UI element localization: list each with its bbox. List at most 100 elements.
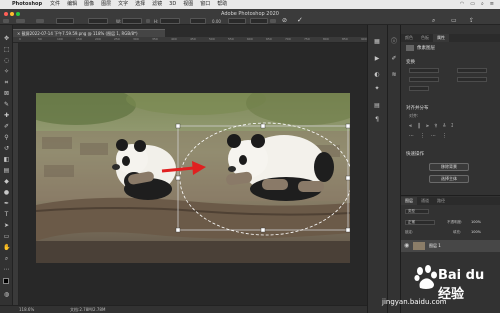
check-icon[interactable]: ✓	[297, 16, 303, 24]
zoom-tool-icon[interactable]: ⌕	[3, 255, 10, 262]
layer-row[interactable]: ◉ 图层 1	[401, 240, 500, 252]
close-tab-icon[interactable]: ×	[17, 31, 20, 36]
zoom-level[interactable]: 118.6%	[19, 306, 34, 313]
tab-swatches[interactable]: 色板	[417, 34, 433, 42]
remove-background-button[interactable]: 移除背景	[429, 163, 469, 171]
eraser-icon[interactable]: ◧	[3, 156, 10, 163]
ruler-tick-label: 100	[57, 37, 63, 41]
history-brush-icon[interactable]: ↺	[3, 145, 10, 152]
more-tools-icon[interactable]: ⋯	[3, 266, 10, 273]
x-field[interactable]	[56, 18, 74, 24]
path-select-icon[interactable]: ➤	[3, 222, 10, 229]
search-icon[interactable]: ⌕	[481, 0, 484, 9]
workspace-icon[interactable]: ▭	[451, 17, 457, 24]
menu-layer[interactable]: 图层	[101, 0, 111, 9]
transform-y-field[interactable]	[457, 77, 487, 82]
transform-angle-field[interactable]	[409, 86, 429, 91]
quick-actions-section[interactable]: 快速操作	[406, 151, 424, 157]
actions-icon[interactable]: ▶	[373, 55, 381, 62]
menu-view[interactable]: 视图	[183, 0, 193, 9]
menu-3d[interactable]: 3D	[169, 0, 176, 9]
cancel-icon[interactable]: ⊘	[282, 17, 287, 24]
gradient-icon[interactable]: ▤	[3, 167, 10, 174]
document-tab[interactable]: × 截屏2022-07-14 下午7.59.59.png @ 118% (图层 …	[13, 29, 165, 37]
height-field[interactable]	[160, 18, 180, 24]
channels-icon[interactable]: ≋	[390, 71, 398, 78]
select-subject-button[interactable]: 选择主体	[429, 175, 469, 183]
share-icon[interactable]: ⇪	[469, 17, 474, 24]
shape-tool-icon[interactable]: ▭	[3, 233, 10, 240]
transform-section[interactable]: 变换	[406, 59, 415, 65]
warp-icon[interactable]	[270, 19, 276, 23]
link-icon[interactable]	[146, 19, 150, 23]
tab-layers[interactable]: 图层	[401, 197, 417, 205]
layer-name[interactable]: 图层 1	[429, 243, 441, 249]
app-menu[interactable]: Photoshop	[12, 0, 42, 9]
dodge-icon[interactable]: ●	[3, 189, 10, 196]
crop-tool-icon[interactable]: ⌗	[3, 79, 10, 86]
control-center-icon[interactable]: ≡	[490, 0, 494, 9]
document-info[interactable]: 文档:2.78M/2.78M	[70, 306, 105, 313]
styles-icon[interactable]: ✦	[373, 85, 381, 92]
ruler-tick-label: 450	[190, 37, 196, 41]
blur-icon[interactable]: ◆	[3, 178, 10, 185]
lasso-tool-icon[interactable]: ◌	[3, 57, 10, 64]
visibility-eye-icon[interactable]: ◉	[404, 242, 409, 249]
status-bar: 118.6% 文档:2.78M/2.78M	[0, 305, 367, 313]
angle-field[interactable]	[190, 18, 206, 24]
type-tool-icon[interactable]: T	[3, 211, 10, 218]
menu-filter[interactable]: 滤镜	[152, 0, 162, 9]
menu-select[interactable]: 选择	[135, 0, 145, 9]
fill-value[interactable]: 100%	[471, 230, 481, 234]
hand-tool-icon[interactable]: ✋	[3, 244, 10, 251]
magic-wand-icon[interactable]: ✧	[3, 68, 10, 75]
transform-h-field[interactable]	[457, 68, 487, 73]
distribute-buttons[interactable]: ⋯⋮⋯⋮	[409, 133, 453, 139]
clone-stamp-icon[interactable]: ⚲	[3, 134, 10, 141]
history-icon[interactable]: ▦	[373, 38, 381, 45]
width-field[interactable]	[122, 18, 142, 24]
menu-edit[interactable]: 编辑	[67, 0, 77, 9]
home-icon[interactable]	[3, 19, 9, 23]
info-icon[interactable]: ⓘ	[390, 38, 398, 45]
wifi-icon[interactable]: ◠	[460, 0, 464, 9]
foreground-color[interactable]	[3, 278, 9, 284]
marquee-tool-icon[interactable]: ⬚	[3, 46, 10, 53]
tab-color[interactable]: 颜色	[401, 34, 417, 42]
libraries-icon[interactable]: ▤	[373, 102, 381, 109]
pen-tool-icon[interactable]: ✒	[3, 200, 10, 207]
battery-icon[interactable]: ▭	[470, 0, 475, 9]
pixel-layer-icon	[406, 45, 414, 51]
brush-settings-icon[interactable]: ✐	[390, 55, 398, 62]
tab-paths[interactable]: 路径	[433, 197, 449, 205]
menu-image[interactable]: 图像	[84, 0, 94, 9]
paragraph-icon[interactable]: ¶	[373, 116, 381, 123]
brush-tool-icon[interactable]: ✐	[3, 123, 10, 130]
align-buttons[interactable]: ⫷⫼⫸⫯⫰⫱	[409, 123, 459, 129]
skew-h-field[interactable]	[228, 18, 246, 24]
tab-properties[interactable]: 属性	[433, 34, 449, 42]
transform-x-field[interactable]	[409, 77, 439, 82]
search-icon[interactable]: ⌕	[432, 17, 435, 25]
adjustments-icon[interactable]: ◐	[373, 71, 381, 78]
frame-tool-icon[interactable]: ⊠	[3, 90, 10, 97]
move-tool-icon[interactable]: ✥	[3, 35, 10, 42]
quick-mask-icon[interactable]: ◍	[3, 291, 10, 298]
healing-brush-icon[interactable]: ✚	[3, 112, 10, 119]
tab-channels[interactable]: 通道	[417, 197, 433, 205]
align-section[interactable]: 对齐并分布	[406, 105, 429, 111]
menu-window[interactable]: 窗口	[200, 0, 210, 9]
transform-w-field[interactable]	[409, 68, 439, 73]
menu-help[interactable]: 帮助	[217, 0, 227, 9]
ruler-tick-label: 550	[228, 37, 234, 41]
y-field[interactable]	[88, 18, 108, 24]
reference-point-icon[interactable]	[36, 19, 44, 23]
panda-photo[interactable]	[36, 93, 350, 263]
opacity-value[interactable]: 100%	[471, 220, 481, 224]
skew-v-field[interactable]	[250, 18, 268, 24]
tool-preset-icon[interactable]	[16, 19, 25, 23]
ruler-tick-label: 300	[133, 37, 139, 41]
menu-file[interactable]: 文件	[50, 0, 60, 9]
menu-type[interactable]: 文字	[118, 0, 128, 9]
eyedropper-icon[interactable]: ✎	[3, 101, 10, 108]
